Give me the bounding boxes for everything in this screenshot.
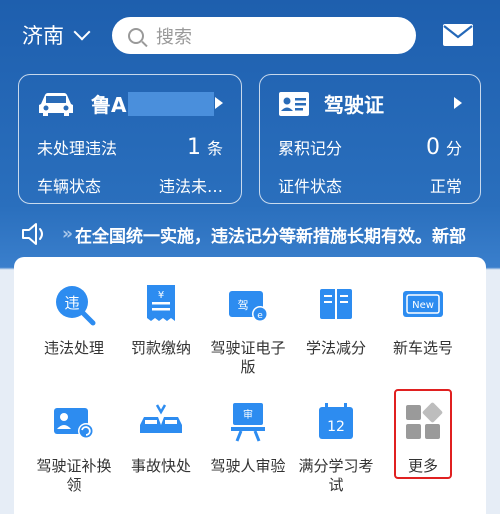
vehicle-card-header: 鲁A bbox=[37, 89, 215, 118]
ticker-prefix: » bbox=[62, 224, 73, 244]
service-full-score-exam[interactable]: 12 满分学习考试 bbox=[290, 399, 382, 495]
search-placeholder: 搜索 bbox=[156, 26, 192, 48]
violation-search-icon: 违 bbox=[56, 286, 96, 326]
city-selector[interactable]: 济南 bbox=[22, 20, 91, 50]
svg-text:违: 违 bbox=[64, 294, 79, 312]
service-e-license[interactable]: 驾 e 驾驶证电子版 bbox=[202, 281, 294, 377]
chevron-right-icon bbox=[454, 97, 462, 109]
service-label: 违法处理 bbox=[43, 339, 104, 357]
ticker-text: 在全国统一实施，违法记分等新措施长期有效。新部 bbox=[74, 226, 466, 247]
mail-icon[interactable] bbox=[443, 24, 473, 46]
row-value: 1条 bbox=[187, 135, 223, 160]
svg-text:审: 审 bbox=[243, 408, 253, 421]
search-icon bbox=[128, 27, 144, 44]
highlight-more-box bbox=[394, 389, 452, 479]
chevron-right-icon bbox=[215, 97, 223, 109]
services-panel: 违 违法处理 ¥ 罚款缴纳 驾 e 驾驶证电子版 学法减分 New 新车选号 驾… bbox=[14, 257, 486, 514]
row-value: 违法未… bbox=[158, 177, 223, 196]
service-label: 驾驶证电子版 bbox=[210, 339, 286, 376]
service-new-plate[interactable]: New 新车选号 bbox=[377, 281, 469, 358]
row-label: 证件状态 bbox=[278, 177, 343, 196]
license-status-row: 证件状态 正常 bbox=[278, 173, 462, 197]
service-fine-payment[interactable]: ¥ 罚款缴纳 bbox=[115, 281, 207, 358]
license-card-header: 驾驶证 bbox=[278, 89, 384, 118]
license-renew-icon bbox=[54, 408, 94, 439]
vehicle-card[interactable]: 鲁A 未处理违法 1条 车辆状态 违法未… bbox=[18, 74, 242, 204]
violation-count: 1 bbox=[186, 135, 201, 160]
unprocessed-violations-row: 未处理违法 1条 bbox=[37, 135, 223, 160]
service-label: 罚款缴纳 bbox=[130, 339, 191, 357]
chevron-down-icon bbox=[73, 23, 91, 41]
points-row: 累积记分 0分 bbox=[278, 135, 462, 160]
unit: 条 bbox=[206, 139, 223, 158]
service-label: 新车选号 bbox=[392, 339, 453, 357]
license-title: 驾驶证 bbox=[324, 93, 384, 117]
unit: 分 bbox=[445, 139, 462, 158]
svg-text:e: e bbox=[257, 311, 263, 321]
svg-text:¥: ¥ bbox=[158, 290, 164, 301]
accident-icon bbox=[140, 404, 182, 433]
svg-text:New: New bbox=[412, 300, 434, 311]
fine-receipt-icon: ¥ bbox=[147, 285, 175, 321]
search-bar[interactable]: 搜索 bbox=[112, 17, 416, 54]
row-label: 未处理违法 bbox=[37, 139, 118, 158]
row-label: 车辆状态 bbox=[37, 177, 102, 196]
service-label: 学法减分 bbox=[305, 339, 366, 357]
service-label: 事故快处 bbox=[130, 457, 191, 475]
city-name: 济南 bbox=[22, 24, 64, 48]
announcement-ticker[interactable]: » 在全国统一实施，违法记分等新措施长期有效。新部 bbox=[0, 214, 500, 254]
plate-number: 鲁A bbox=[91, 93, 127, 117]
service-label: 驾驶人审验 bbox=[210, 457, 286, 475]
svg-text:驾: 驾 bbox=[238, 299, 249, 312]
row-label: 累积记分 bbox=[278, 139, 343, 158]
calendar-exam-icon: 12 bbox=[319, 403, 353, 439]
new-plate-icon: New bbox=[403, 291, 443, 317]
service-violation-handling[interactable]: 违 违法处理 bbox=[28, 281, 120, 358]
svg-text:12: 12 bbox=[327, 419, 345, 435]
service-study-deduct[interactable]: 学法减分 bbox=[290, 281, 382, 358]
service-label: 满分学习考试 bbox=[298, 457, 374, 494]
plate-redaction bbox=[128, 91, 215, 116]
book-icon bbox=[320, 289, 352, 319]
service-label: 驾驶证补换领 bbox=[36, 457, 112, 494]
row-value: 正常 bbox=[429, 177, 462, 196]
service-accident-quick[interactable]: 事故快处 bbox=[115, 399, 207, 476]
service-license-renew[interactable]: 驾驶证补换领 bbox=[28, 399, 120, 495]
row-value: 0分 bbox=[426, 135, 462, 160]
car-icon bbox=[39, 92, 73, 116]
id-card-icon bbox=[279, 91, 309, 116]
license-card[interactable]: 驾驶证 累积记分 0分 证件状态 正常 bbox=[259, 74, 481, 204]
top-bar: 济南 搜索 bbox=[0, 0, 500, 72]
e-license-icon: 驾 e bbox=[229, 291, 268, 322]
points-value: 0 bbox=[425, 135, 440, 160]
vehicle-status-row: 车辆状态 违法未… bbox=[37, 173, 223, 197]
review-board-icon: 审 bbox=[231, 403, 265, 442]
speaker-icon bbox=[22, 223, 43, 245]
service-driver-review[interactable]: 审 驾驶人审验 bbox=[202, 399, 294, 476]
